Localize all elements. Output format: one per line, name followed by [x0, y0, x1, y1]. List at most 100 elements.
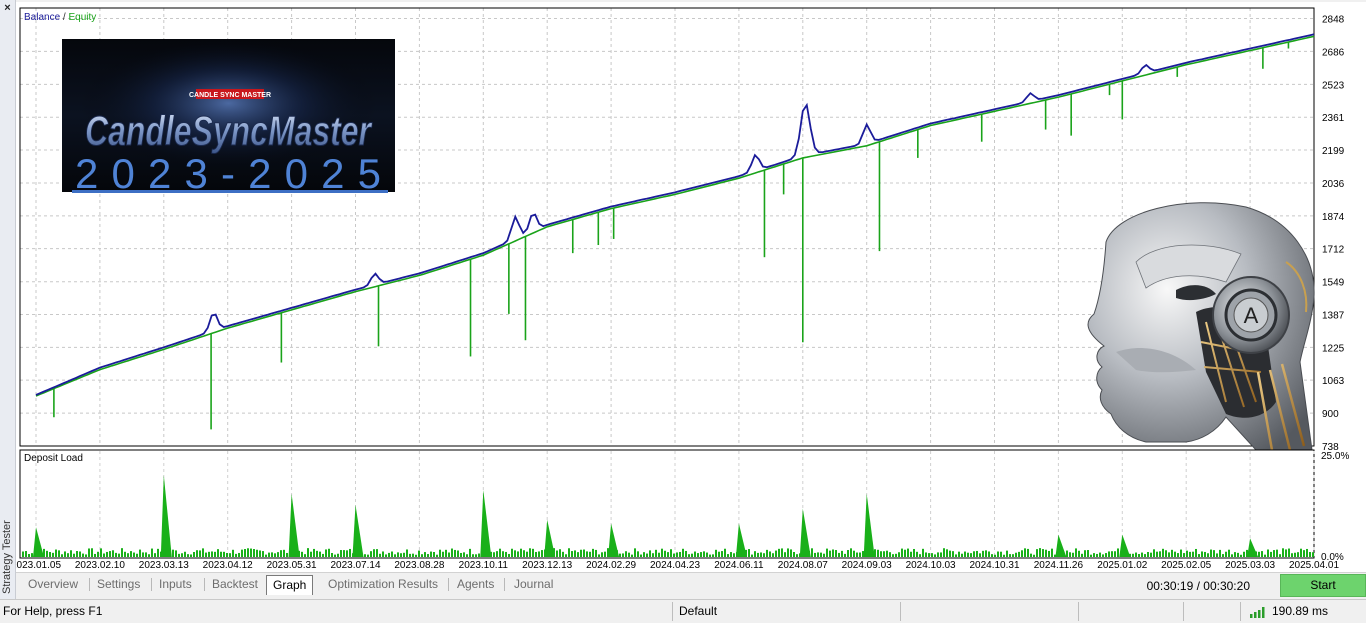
tab-overview[interactable]: Overview — [22, 575, 84, 594]
load-bar — [511, 548, 513, 557]
load-bar — [118, 553, 120, 557]
load-bar — [142, 552, 144, 557]
load-bar — [379, 553, 381, 557]
load-bar — [712, 554, 714, 557]
load-bar — [721, 551, 723, 557]
load-bar — [1108, 551, 1110, 557]
load-bar — [928, 553, 930, 557]
tab-journal[interactable]: Journal — [508, 575, 559, 594]
load-bar — [847, 550, 849, 557]
load-bar — [496, 551, 498, 557]
load-bar — [817, 552, 819, 557]
x-tick-label: 2024.06.11 — [714, 560, 764, 571]
y-tick-label: 1063 — [1322, 376, 1345, 387]
load-bar — [916, 551, 918, 557]
load-bar — [901, 548, 903, 557]
tab-graph[interactable]: Graph — [266, 575, 314, 595]
load-bar — [1138, 554, 1140, 557]
load-bar — [577, 552, 579, 557]
load-bar — [391, 551, 393, 557]
load-bar — [199, 550, 201, 557]
x-tick-label: 2023.04.12 — [203, 560, 253, 571]
load-bar — [448, 552, 450, 557]
tab-inputs[interactable]: Inputs — [153, 575, 198, 594]
load-bar — [766, 549, 768, 557]
load-bar — [1003, 554, 1005, 557]
load-bar — [1270, 551, 1272, 557]
load-bar — [184, 551, 186, 557]
load-bar — [958, 551, 960, 557]
load-bar — [418, 550, 420, 557]
load-bar — [898, 552, 900, 557]
start-button[interactable]: Start — [1280, 574, 1366, 597]
tab-backtest[interactable]: Backtest — [206, 575, 264, 594]
strategy-tester-label: Strategy Tester — [1, 520, 13, 594]
load-bar — [349, 548, 351, 557]
load-bar — [1291, 553, 1293, 557]
tab-optimization-results[interactable]: Optimization Results — [322, 575, 444, 594]
load-bar — [538, 551, 540, 557]
load-bar — [823, 553, 825, 557]
load-bar — [100, 548, 102, 557]
load-bar — [820, 552, 822, 557]
load-bar — [940, 552, 942, 557]
load-bar — [706, 552, 708, 557]
load-bar — [1192, 551, 1194, 557]
load-bar — [676, 552, 678, 557]
load-bar — [1225, 551, 1227, 557]
load-bar — [58, 550, 60, 557]
load-bar — [1297, 552, 1299, 557]
load-bar — [334, 554, 336, 557]
load-bar — [934, 554, 936, 557]
load-bar — [1048, 550, 1050, 557]
load-bar — [841, 550, 843, 557]
load-bar — [31, 553, 33, 557]
tab-settings[interactable]: Settings — [91, 575, 146, 594]
load-bar — [442, 551, 444, 557]
load-bar — [571, 551, 573, 557]
load-bar — [631, 554, 633, 557]
load-bar — [256, 549, 258, 557]
load-bar — [1219, 549, 1221, 557]
load-bar — [259, 550, 261, 557]
load-bar — [310, 551, 312, 557]
load-bar — [595, 549, 597, 557]
load-bar — [769, 551, 771, 557]
load-bar — [304, 554, 306, 557]
load-bar — [1069, 552, 1071, 557]
status-profile[interactable]: Default — [679, 600, 717, 623]
load-bar — [1195, 548, 1197, 557]
load-bar — [541, 550, 543, 557]
load-bar — [883, 551, 885, 557]
status-divider — [1078, 602, 1079, 621]
load-bar — [124, 551, 126, 557]
load-bar — [643, 552, 645, 557]
load-bar — [1066, 550, 1068, 557]
load-bar — [1090, 554, 1092, 557]
load-bar — [778, 548, 780, 557]
load-bar — [568, 548, 570, 557]
load-bar — [322, 553, 324, 557]
load-bar — [262, 551, 264, 557]
load-bar — [685, 550, 687, 557]
load-bar — [241, 549, 243, 557]
load-bar — [1153, 549, 1155, 557]
load-bar — [367, 554, 369, 557]
close-icon[interactable]: × — [0, 1, 15, 15]
load-bar — [826, 548, 828, 557]
load-bar — [457, 550, 459, 557]
x-tick-label: 2025.01.02 — [1097, 560, 1147, 571]
load-bar — [1111, 551, 1113, 557]
x-tick-label: 2024.10.03 — [906, 560, 956, 571]
load-bar — [1072, 552, 1074, 557]
load-bar — [832, 549, 834, 557]
load-bar — [991, 554, 993, 557]
tab-agents[interactable]: Agents — [451, 575, 500, 594]
load-bar — [694, 551, 696, 557]
load-bar — [814, 552, 816, 557]
load-bar — [1135, 552, 1137, 557]
load-bar — [1117, 548, 1119, 557]
banner-years: 2023-2025 — [75, 150, 381, 197]
load-bar — [499, 548, 501, 557]
load-bar — [856, 552, 858, 557]
